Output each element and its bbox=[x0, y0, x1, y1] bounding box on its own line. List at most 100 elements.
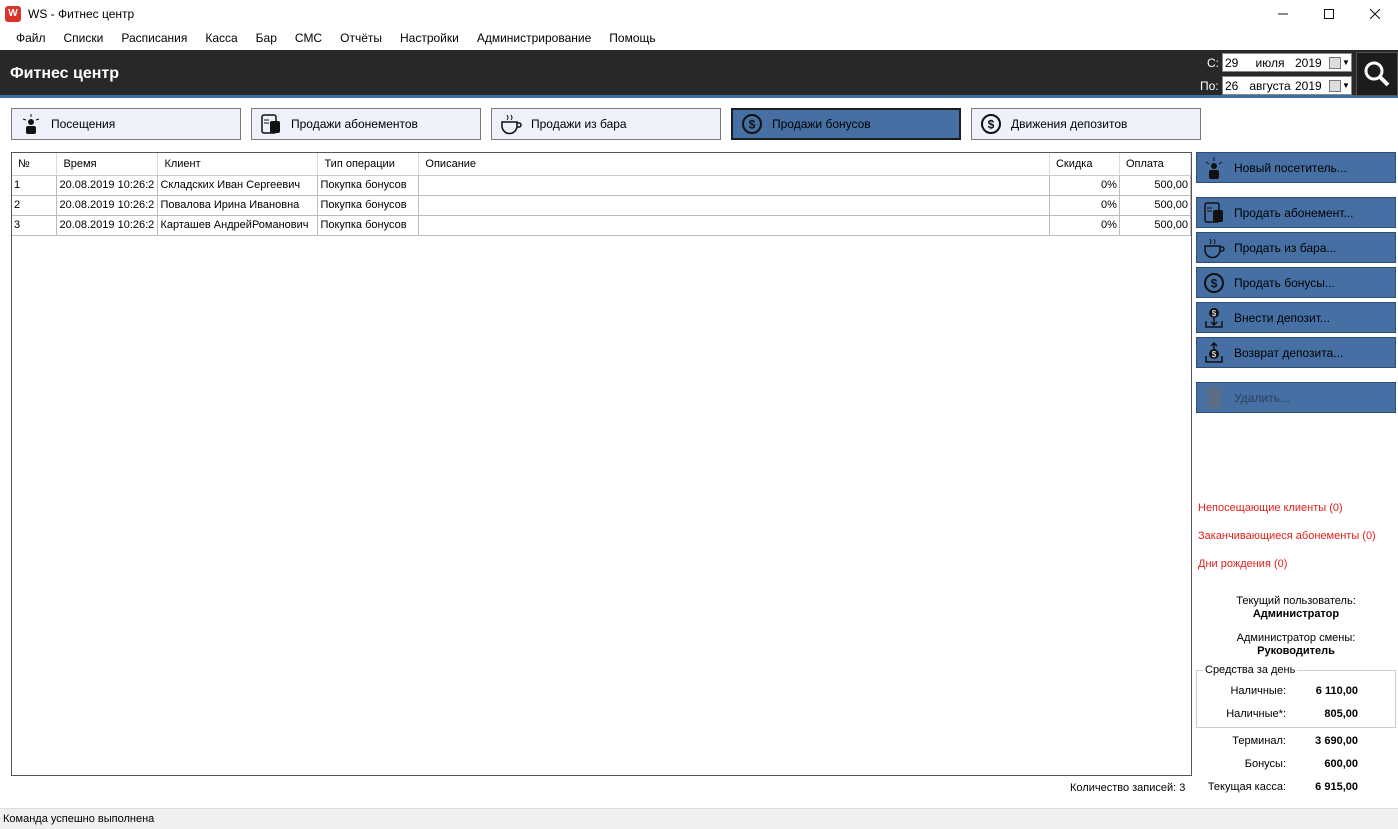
chevron-down-icon[interactable]: ▼ bbox=[1342, 81, 1350, 90]
svg-text:$: $ bbox=[1212, 350, 1217, 359]
cell-number: 3 bbox=[12, 215, 58, 236]
column-header-number[interactable]: № bbox=[12, 153, 58, 176]
cell-time: 20.08.2019 10:26:2 bbox=[56, 215, 159, 236]
column-header-discount[interactable]: Скидка bbox=[1049, 153, 1120, 176]
title-bar: W WS - Фитнес центр bbox=[0, 0, 1398, 27]
button-label: Новый посетитель... bbox=[1234, 160, 1347, 175]
table-row[interactable]: 2 20.08.2019 10:26:2 Повалова Ирина Иван… bbox=[12, 195, 1192, 216]
membership-card-icon bbox=[1201, 200, 1227, 226]
deposit-return-button[interactable]: $ Возврат депозита... bbox=[1196, 337, 1396, 368]
tab-membership-sales[interactable]: Продажи абонементов bbox=[251, 108, 481, 140]
status-bar: Команда успешно выполнена bbox=[0, 808, 1398, 829]
svg-text:$: $ bbox=[988, 118, 995, 132]
tab-bar: Посещения Продажи абонементов Продажи из… bbox=[0, 101, 1398, 147]
current-user-value: Администратор bbox=[1252, 608, 1340, 620]
funds-value: 600,00 bbox=[1324, 758, 1358, 770]
visitor-icon bbox=[19, 112, 43, 136]
to-date-day: 26 bbox=[1225, 78, 1239, 93]
menu-bar: Файл Списки Расписания Касса Бар СМС Отч… bbox=[0, 27, 1398, 49]
dollar-coin-icon: $ bbox=[740, 112, 764, 136]
funds-value: 3 690,00 bbox=[1315, 735, 1358, 747]
membership-card-icon bbox=[259, 112, 283, 136]
tab-visits[interactable]: Посещения bbox=[11, 108, 241, 140]
minimize-button[interactable] bbox=[1260, 0, 1306, 27]
sell-from-bar-button[interactable]: Продать из бара... bbox=[1196, 232, 1396, 263]
cell-client: Складских Иван Сергеевич bbox=[157, 175, 319, 196]
column-header-client[interactable]: Клиент bbox=[157, 153, 319, 176]
header: Фитнес центр bbox=[0, 50, 1398, 98]
current-user-label: Текущий пользователь: bbox=[1236, 595, 1356, 607]
cup-icon bbox=[1201, 235, 1227, 261]
delete-button[interactable]: Удалить... bbox=[1196, 382, 1396, 413]
cell-description bbox=[418, 215, 1050, 236]
funds-label: Наличные: bbox=[1230, 685, 1286, 697]
cell-operation-type: Покупка бонусов bbox=[317, 175, 420, 196]
close-button[interactable] bbox=[1352, 0, 1398, 27]
tab-label: Продажи из бара bbox=[531, 117, 627, 131]
new-visitor-button[interactable]: Новый посетитель... bbox=[1196, 152, 1396, 183]
menu-lists[interactable]: Списки bbox=[55, 27, 113, 49]
tab-bar-sales[interactable]: Продажи из бара bbox=[491, 108, 721, 140]
cell-discount: 0% bbox=[1049, 195, 1120, 216]
tab-deposit-movements[interactable]: $ Движения депозитов bbox=[971, 108, 1201, 140]
menu-file[interactable]: Файл bbox=[7, 27, 55, 49]
dollar-coin-icon: $ bbox=[1201, 270, 1227, 296]
button-label: Продать из бара... bbox=[1234, 240, 1337, 255]
funds-title: Средства за день bbox=[1203, 664, 1298, 676]
to-date-label: По: bbox=[1200, 79, 1219, 93]
maximize-button[interactable] bbox=[1306, 0, 1352, 27]
from-date-label: С: bbox=[1207, 56, 1219, 70]
tab-label: Продажи бонусов bbox=[772, 117, 871, 131]
menu-sms[interactable]: СМС bbox=[286, 27, 331, 49]
table-row[interactable]: 1 20.08.2019 10:26:2 Складских Иван Серг… bbox=[12, 175, 1192, 196]
trash-icon bbox=[1201, 385, 1227, 411]
funds-label: Бонусы: bbox=[1244, 758, 1286, 770]
chevron-down-icon[interactable]: ▼ bbox=[1342, 58, 1350, 67]
menu-settings[interactable]: Настройки bbox=[391, 27, 468, 49]
menu-schedules[interactable]: Расписания bbox=[112, 27, 196, 49]
cell-number: 2 bbox=[12, 195, 58, 216]
non-visiting-clients-link[interactable]: Непосещающие клиенты (0) bbox=[1198, 502, 1343, 514]
table-row[interactable]: 3 20.08.2019 10:26:2 Карташев АндрейРома… bbox=[12, 215, 1192, 236]
funds-value: 805,00 bbox=[1324, 708, 1358, 720]
menu-administration[interactable]: Администрирование bbox=[468, 27, 600, 49]
column-header-payment[interactable]: Оплата bbox=[1119, 153, 1192, 176]
visitor-icon bbox=[1201, 155, 1227, 181]
tab-bonus-sales[interactable]: $ Продажи бонусов bbox=[731, 108, 961, 140]
tab-label: Посещения bbox=[51, 117, 116, 131]
deposit-in-button[interactable]: $ Внести депозит... bbox=[1196, 302, 1396, 333]
to-date-month: августа bbox=[1249, 78, 1291, 93]
cell-discount: 0% bbox=[1049, 215, 1120, 236]
column-header-time[interactable]: Время bbox=[56, 153, 159, 176]
deposit-return-icon: $ bbox=[1201, 340, 1227, 366]
from-date-picker[interactable]: 29 июля 2019 ▼ bbox=[1222, 53, 1352, 72]
button-label: Возврат депозита... bbox=[1234, 345, 1344, 360]
sell-membership-button[interactable]: Продать абонемент... bbox=[1196, 197, 1396, 228]
search-button[interactable] bbox=[1356, 52, 1398, 96]
operations-table[interactable]: № Время Клиент Тип операции Описание Ски… bbox=[11, 152, 1192, 776]
cell-client: Карташев АндрейРоманович bbox=[157, 215, 319, 236]
cell-operation-type: Покупка бонусов bbox=[317, 215, 420, 236]
dollar-coin-icon: $ bbox=[979, 112, 1003, 136]
column-header-operation-type[interactable]: Тип операции bbox=[317, 153, 420, 176]
menu-bar-item[interactable]: Бар bbox=[247, 27, 286, 49]
calendar-icon[interactable] bbox=[1329, 79, 1341, 92]
button-label: Внести депозит... bbox=[1234, 310, 1330, 325]
from-date-month: июля bbox=[1255, 55, 1285, 70]
to-date-picker[interactable]: 26 августа 2019 ▼ bbox=[1222, 76, 1352, 95]
expiring-memberships-link[interactable]: Заканчивающиеся абонементы (0) bbox=[1198, 530, 1376, 542]
deposit-in-icon: $ bbox=[1201, 305, 1227, 331]
page-title: Фитнес центр bbox=[10, 65, 120, 82]
cell-description bbox=[418, 195, 1050, 216]
svg-text:$: $ bbox=[749, 118, 756, 132]
calendar-icon[interactable] bbox=[1329, 56, 1341, 69]
cell-payment: 500,00 bbox=[1119, 195, 1192, 216]
menu-help[interactable]: Помощь bbox=[600, 27, 664, 49]
sell-bonuses-button[interactable]: $ Продать бонусы... bbox=[1196, 267, 1396, 298]
menu-cash[interactable]: Касса bbox=[196, 27, 246, 49]
menu-reports[interactable]: Отчёты bbox=[331, 27, 391, 49]
tab-label: Продажи абонементов bbox=[291, 117, 418, 131]
birthdays-link[interactable]: Дни рождения (0) bbox=[1198, 558, 1287, 570]
cell-payment: 500,00 bbox=[1119, 215, 1192, 236]
column-header-description[interactable]: Описание bbox=[418, 153, 1050, 176]
